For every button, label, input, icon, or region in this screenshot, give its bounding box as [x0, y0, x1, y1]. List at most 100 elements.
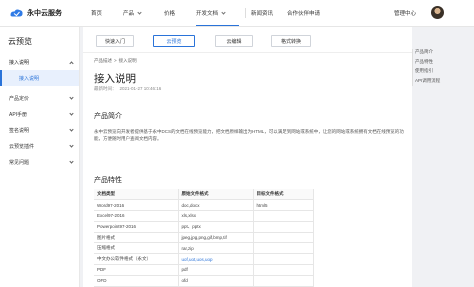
- toc-item-intro[interactable]: 产品简介: [415, 49, 471, 59]
- cell-source: ppt、pptx: [177, 221, 253, 233]
- sidebar-title: 云预览: [8, 37, 32, 46]
- brand[interactable]: 永中云服务: [9, 6, 62, 19]
- sidebar-item-label: 常见问题: [9, 159, 30, 166]
- product-switcher: 快速入门 云预览 云编辑 格式转换: [83, 31, 412, 49]
- column-header: 目标文件格式: [252, 189, 314, 201]
- cell-target: html5: [252, 199, 314, 212]
- nav-products-label: 产品: [123, 11, 135, 17]
- nav-news[interactable]: 新闻资讯: [245, 0, 287, 26]
- quick-start-button[interactable]: 快速入门: [96, 35, 134, 47]
- divider: [83, 52, 412, 53]
- sidebar: 云预览 接入说明 接入说明 产品定价 API手册 签名说明 云预览插件 常见问题: [0, 27, 80, 287]
- chevron-down-icon: [69, 111, 74, 116]
- cell-type: 中文办公软件格式（永文）: [94, 253, 178, 266]
- cell-source: uof,uot,uos,uop: [177, 253, 253, 266]
- avatar[interactable]: [431, 6, 444, 19]
- cloud-edit-button[interactable]: 云编辑: [215, 35, 253, 47]
- cell-type: Word97-2016: [94, 199, 178, 212]
- toc-item-guide[interactable]: 使用指引: [415, 68, 471, 78]
- column-header: 原始文件格式: [177, 189, 253, 201]
- section-title-intro: 产品简介: [94, 113, 122, 120]
- sidebar-item-label: 产品定价: [9, 95, 30, 102]
- nav-home-label: 首页: [91, 11, 103, 17]
- nav-pricing[interactable]: 价格: [164, 0, 196, 26]
- chevron-up-icon: [69, 61, 74, 66]
- top-navbar: 永中云服务 首页 产品 价格 开发文档 新闻资讯 合作伙伴申请 管理中心: [0, 0, 474, 27]
- table-row: 压缩格式 rar,zip: [94, 242, 314, 255]
- chevron-down-icon: [221, 9, 226, 15]
- chevron-down-icon: [137, 9, 142, 15]
- sidebar-item-label: API手册: [9, 111, 28, 118]
- sidebar-item-api-manual[interactable]: API手册: [0, 106, 79, 122]
- format-table: 文档类型 原始文件格式 目标文件格式 Word97-2016 doc,docx …: [94, 189, 314, 287]
- cell-target: [252, 264, 314, 276]
- cell-target: [252, 232, 314, 244]
- sidebar-subitem-access-guide[interactable]: 接入说明: [0, 70, 79, 86]
- chevron-down-icon: [69, 159, 74, 164]
- cell-type: PDF: [94, 264, 178, 276]
- nav-partner-label: 合作伙伴申请: [287, 11, 321, 17]
- breadcrumb-current: 接入说明: [118, 58, 137, 63]
- table-row: Powerpoint97-2016 ppt、pptx: [94, 221, 314, 233]
- breadcrumb: 产品描述 > 接入说明: [94, 58, 137, 64]
- table-row: PDF pdf: [94, 264, 314, 276]
- sidebar-item-faq[interactable]: 常见问题: [0, 154, 79, 170]
- sidebar-item-label: 接入说明: [19, 75, 40, 82]
- cell-target: [252, 253, 314, 266]
- updated-time: 最新时间： 2021-01-27 10:46:16: [94, 86, 161, 92]
- sidebar-item-signature[interactable]: 签名说明: [0, 122, 79, 138]
- sidebar-item-label: 签名说明: [9, 127, 30, 134]
- toc-item-features[interactable]: 产品特性: [415, 59, 471, 69]
- cell-source: xls,xlsx: [177, 210, 253, 222]
- main-nav: 首页 产品 价格 开发文档 新闻资讯 合作伙伴申请: [91, 0, 347, 26]
- sidebar-item-access-guide[interactable]: 接入说明: [0, 54, 79, 70]
- table-row: Word97-2016 doc,docx html5: [94, 199, 314, 212]
- section-title-features: 产品特性: [94, 177, 122, 184]
- table-row: 中文办公软件格式（永文） uof,uot,uos,uop: [94, 253, 314, 266]
- cell-type: Powerpoint97-2016: [94, 221, 178, 233]
- cell-target: [252, 210, 314, 222]
- cell-source: ofd: [177, 275, 253, 287]
- updated-label: 最新时间：: [94, 86, 117, 91]
- brand-logo-icon: [10, 9, 23, 16]
- cell-type: 图片格式: [94, 232, 178, 244]
- cell-source: jpeg,jpg,png,gif,bmp,tif: [177, 232, 253, 244]
- intro-paragraph: 永中云预览向开发者提供基于永中DCS的文档在线预览能力，把文档原样输出为HTML…: [94, 129, 404, 142]
- admin-center-link[interactable]: 管理中心: [394, 9, 416, 17]
- sidebar-item-plugin[interactable]: 云预览插件: [0, 138, 79, 154]
- cell-target: [252, 242, 314, 255]
- brand-name: 永中云服务: [27, 9, 62, 17]
- updated-value: 2021-01-27 10:46:16: [119, 86, 162, 91]
- format-convert-button[interactable]: 格式转换: [271, 35, 311, 47]
- chevron-down-icon: [69, 95, 74, 100]
- cell-source: rar,zip: [177, 242, 253, 255]
- table-header-row: 文档类型 原始文件格式 目标文件格式: [94, 189, 314, 201]
- breadcrumb-root[interactable]: 产品描述: [94, 58, 112, 64]
- sidebar-item-label: 云预览插件: [9, 143, 35, 150]
- cell-type: OFD: [94, 275, 178, 287]
- nav-products[interactable]: 产品: [123, 0, 164, 26]
- table-row: 图片格式 jpeg,jpg,png,gif,bmp,tif: [94, 232, 314, 244]
- sidebar-menu: 接入说明 接入说明 产品定价 API手册 签名说明 云预览插件 常见问题: [0, 54, 79, 170]
- cell-target: [252, 221, 314, 233]
- nav-partner[interactable]: 合作伙伴申请: [287, 0, 347, 26]
- cell-type: 压缩格式: [94, 242, 178, 255]
- cell-source: doc,docx: [177, 199, 253, 212]
- nav-dev-docs[interactable]: 开发文档: [196, 0, 245, 26]
- toc-item-api-flow[interactable]: API调用流程: [415, 78, 471, 88]
- nav-dev-docs-label: 开发文档: [196, 11, 219, 17]
- nav-home[interactable]: 首页: [91, 0, 123, 26]
- sidebar-item-label: 接入说明: [9, 59, 30, 66]
- table-row: OFD ofd: [94, 275, 314, 287]
- table-row: Excel97-2016 xls,xlsx: [94, 210, 314, 222]
- nav-news-label: 新闻资讯: [251, 11, 274, 17]
- breadcrumb-separator: >: [114, 58, 117, 63]
- cell-type: Excel97-2016: [94, 210, 178, 222]
- page-title: 接入说明: [94, 73, 136, 85]
- column-header: 文档类型: [94, 189, 178, 201]
- sidebar-item-pricing[interactable]: 产品定价: [0, 90, 79, 106]
- cell-source: pdf: [177, 264, 253, 276]
- chevron-down-icon: [69, 143, 74, 148]
- nav-pricing-label: 价格: [164, 11, 176, 17]
- cloud-preview-button[interactable]: 云预览: [153, 35, 195, 47]
